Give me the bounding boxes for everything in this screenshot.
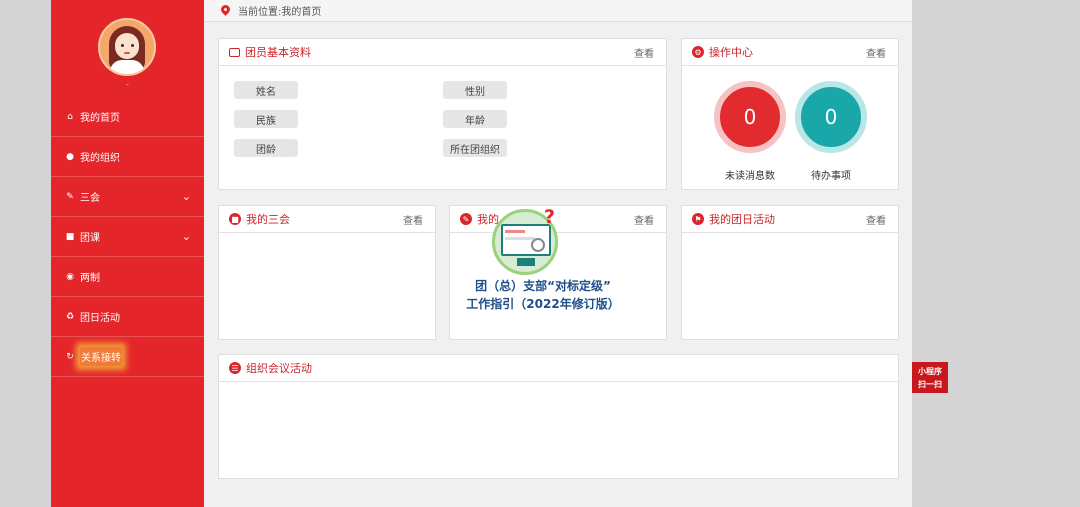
cup-icon: ■ <box>229 213 241 225</box>
brush-icon: ✎ <box>460 213 472 225</box>
sidebar-item-label: 我的首页 <box>80 113 120 124</box>
sidebar-item-two-systems[interactable]: ◉ 两制 <box>51 257 204 297</box>
panel-title: 组织会议活动 <box>246 362 312 375</box>
view-more-link[interactable]: 查看 <box>866 212 886 227</box>
field-label-name: 姓名 <box>234 81 298 99</box>
meeting-icon: ☰ <box>229 362 241 374</box>
profile-panel: 团员基本资料 查看 姓名 性别 民族 年龄 团龄 所在团组织 <box>218 38 667 190</box>
unread-count: 0 <box>743 105 757 129</box>
mini-program-scan-button[interactable]: 小程序 扫一扫 <box>912 362 948 393</box>
sidebar: - ⌂ 我的首页 ● 我的组织 ✎ 三会 ⌄ ■ 团课 ⌄ ◉ 两制 ♻ 团日活… <box>51 0 204 507</box>
sidebar-item-relation-transfer[interactable]: ↻ 关系接转 <box>51 337 204 377</box>
field-label-organization: 所在团组织 <box>443 139 507 157</box>
recycle-icon: ♻ <box>65 311 75 322</box>
refresh-icon: ↻ <box>66 351 74 362</box>
operation-center-panel: ⚙ 操作中心 查看 0 0 未读消息数 待办事项 <box>681 38 899 190</box>
view-more-link[interactable]: 查看 <box>403 212 423 227</box>
sidebar-item-league-class[interactable]: ■ 团课 ⌄ <box>51 217 204 257</box>
promo-title-line1[interactable]: 团（总）支部“对标定级” <box>448 277 638 294</box>
folder-icon: ■ <box>65 231 75 242</box>
unread-label: 未读消息数 <box>725 171 775 182</box>
sidebar-item-organization[interactable]: ● 我的组织 <box>51 137 204 177</box>
home-icon: ⌂ <box>67 111 73 122</box>
sidebar-item-home[interactable]: ⌂ 我的首页 <box>51 97 204 137</box>
todo-label: 待办事项 <box>811 171 851 182</box>
location-pin-icon <box>219 3 232 16</box>
user-name: - <box>126 80 129 89</box>
league-day-panel: ⚑ 我的团日活动 查看 <box>681 205 899 340</box>
field-label-ethnicity: 民族 <box>234 110 298 128</box>
avatar[interactable] <box>98 18 156 76</box>
field-label-league-age: 团龄 <box>234 139 298 157</box>
breadcrumb: 当前位置:我的首页 <box>204 0 912 22</box>
view-more-link[interactable]: 查看 <box>634 45 654 60</box>
panel-header: ☰ 组织会议活动 <box>219 355 898 382</box>
three-meetings-panel: ■ 我的三会 查看 <box>218 205 436 340</box>
middle-panel: ✎ 我的 查看 ? 团（总）支部“对标定级” 工作指引（2022年修订版） <box>449 205 667 340</box>
panel-header: ⚑ 我的团日活动 查看 <box>682 206 898 233</box>
panel-header: ■ 我的三会 查看 <box>219 206 435 233</box>
breadcrumb-text: 当前位置:我的首页 <box>238 7 322 18</box>
target-icon: ◉ <box>66 271 74 282</box>
sidebar-item-league-day[interactable]: ♻ 团日活动 <box>51 297 204 337</box>
float-button-line1: 小程序 <box>918 367 942 376</box>
panel-title: 操作中心 <box>709 46 753 59</box>
float-button-line2: 扫一扫 <box>918 380 942 389</box>
panel-header: 团员基本资料 查看 <box>219 39 666 66</box>
panel-title: 我的三会 <box>246 213 290 226</box>
edit-icon: ✎ <box>66 191 74 202</box>
field-label-age: 年龄 <box>443 110 507 128</box>
flag-icon: ⚑ <box>692 213 704 225</box>
main-content: 当前位置:我的首页 团员基本资料 查看 姓名 性别 民族 年龄 团龄 所在团组织… <box>204 0 912 507</box>
chevron-down-icon[interactable]: ⌄ <box>182 190 191 203</box>
panel-header: ✎ 我的 查看 <box>450 206 666 233</box>
sidebar-item-label: 两制 <box>80 273 100 284</box>
todo-count: 0 <box>824 105 838 129</box>
panel-header: ⚙ 操作中心 查看 <box>682 39 898 66</box>
id-card-icon <box>229 47 240 57</box>
sidebar-item-label: 我的组织 <box>80 153 120 164</box>
users-icon: ● <box>66 151 74 162</box>
panel-title: 我的团日活动 <box>709 213 775 226</box>
view-more-link[interactable]: 查看 <box>634 212 654 227</box>
view-more-link[interactable]: 查看 <box>866 45 886 60</box>
panel-title: 团员基本资料 <box>245 46 311 59</box>
promo-title-line2[interactable]: 工作指引（2022年修订版） <box>448 295 638 312</box>
chevron-down-icon[interactable]: ⌄ <box>182 230 191 243</box>
field-label-gender: 性别 <box>443 81 507 99</box>
sidebar-item-label: 关系接转 <box>80 347 122 366</box>
sidebar-item-label: 团课 <box>80 233 100 244</box>
unread-count-circle[interactable]: 0 <box>714 81 786 153</box>
gear-icon: ⚙ <box>692 46 704 58</box>
sidebar-item-label: 团日活动 <box>80 313 120 324</box>
sidebar-item-three-meetings[interactable]: ✎ 三会 ⌄ <box>51 177 204 217</box>
org-meeting-panel: ☰ 组织会议活动 <box>218 354 899 479</box>
question-mark-icon: ? <box>544 206 556 228</box>
todo-count-circle[interactable]: 0 <box>795 81 867 153</box>
sidebar-item-label: 三会 <box>80 193 100 204</box>
